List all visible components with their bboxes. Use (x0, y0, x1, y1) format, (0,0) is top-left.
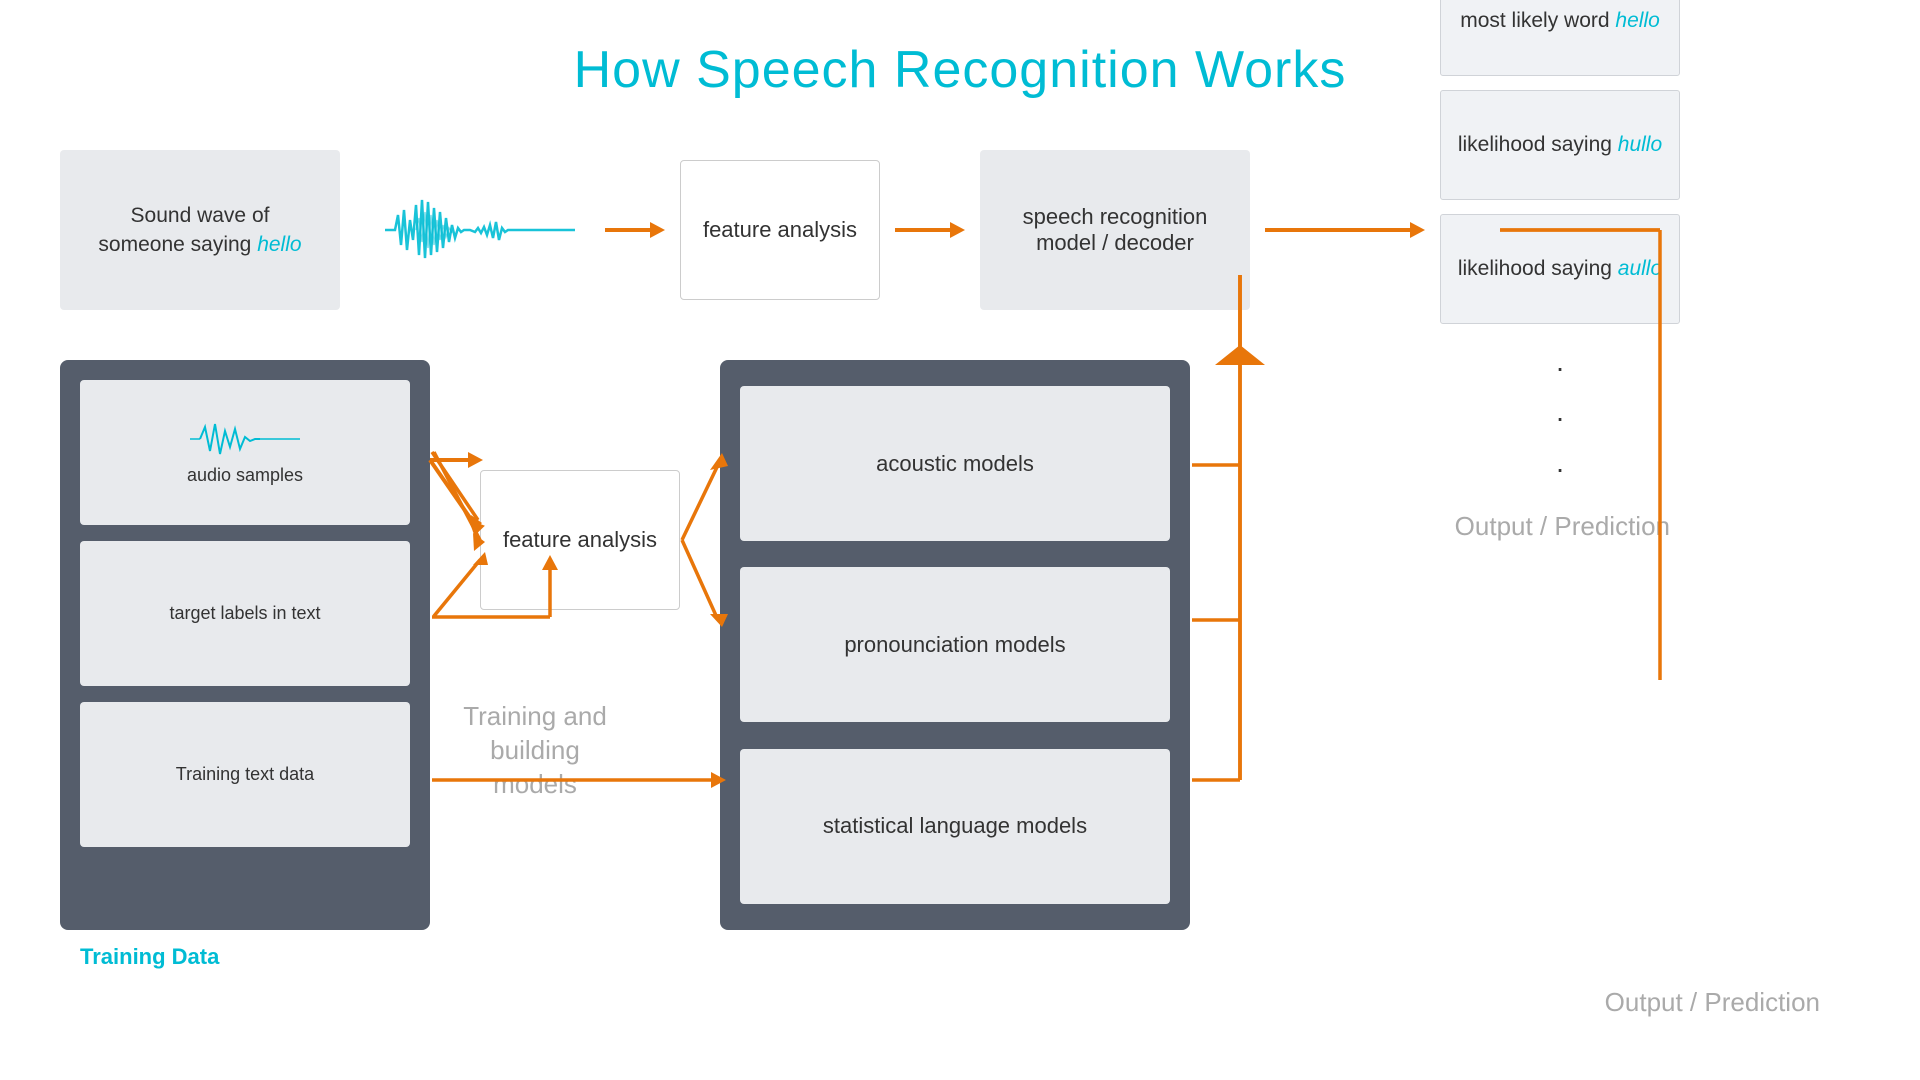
feature-analysis-top-box: feature analysis (680, 160, 880, 300)
sound-wave-box: Sound wave of someone saying hello (60, 150, 340, 310)
training-section: audio samples target labels in text Trai… (60, 360, 430, 930)
output-prediction-label: Output / Prediction (1605, 984, 1820, 1020)
output-most-likely-box: most likely word hello (1440, 0, 1680, 76)
models-section: acoustic models pronounciation models st… (720, 360, 1190, 930)
training-data-label: Training Data (80, 944, 219, 970)
mini-waveform (185, 419, 305, 459)
statistical-models-box: statistical language models (740, 749, 1170, 904)
feature-analysis-bottom-box: feature analysis (480, 470, 680, 610)
sound-wave-label: Sound wave of someone saying hello (98, 201, 301, 260)
training-text-box: Training text data (80, 702, 410, 847)
waveform-svg (380, 190, 580, 270)
arrow-to-output (1265, 215, 1425, 245)
feature-analysis-bottom-container: feature analysis (480, 470, 680, 610)
audio-samples-box: audio samples (80, 380, 410, 525)
output-dots: ··· (1440, 343, 1680, 494)
acoustic-models-box: acoustic models (740, 386, 1170, 541)
arrow-to-feature (605, 215, 665, 245)
output-likelihood2-box: likelihood saying aullo (1440, 214, 1680, 324)
pronunciation-models-box: pronounciation models (740, 567, 1170, 722)
output-likelihood1-box: likelihood saying hullo (1440, 90, 1680, 200)
diagram-container: Sound wave of someone saying hello featu… (60, 130, 1860, 1020)
target-labels-box: target labels in text (80, 541, 410, 686)
output-label: Output / Prediction (1455, 510, 1670, 544)
training-build-label: Training and building models (445, 700, 625, 801)
arrow-to-speech-model (895, 215, 965, 245)
speech-model-box: speech recognition model / decoder (980, 150, 1250, 310)
